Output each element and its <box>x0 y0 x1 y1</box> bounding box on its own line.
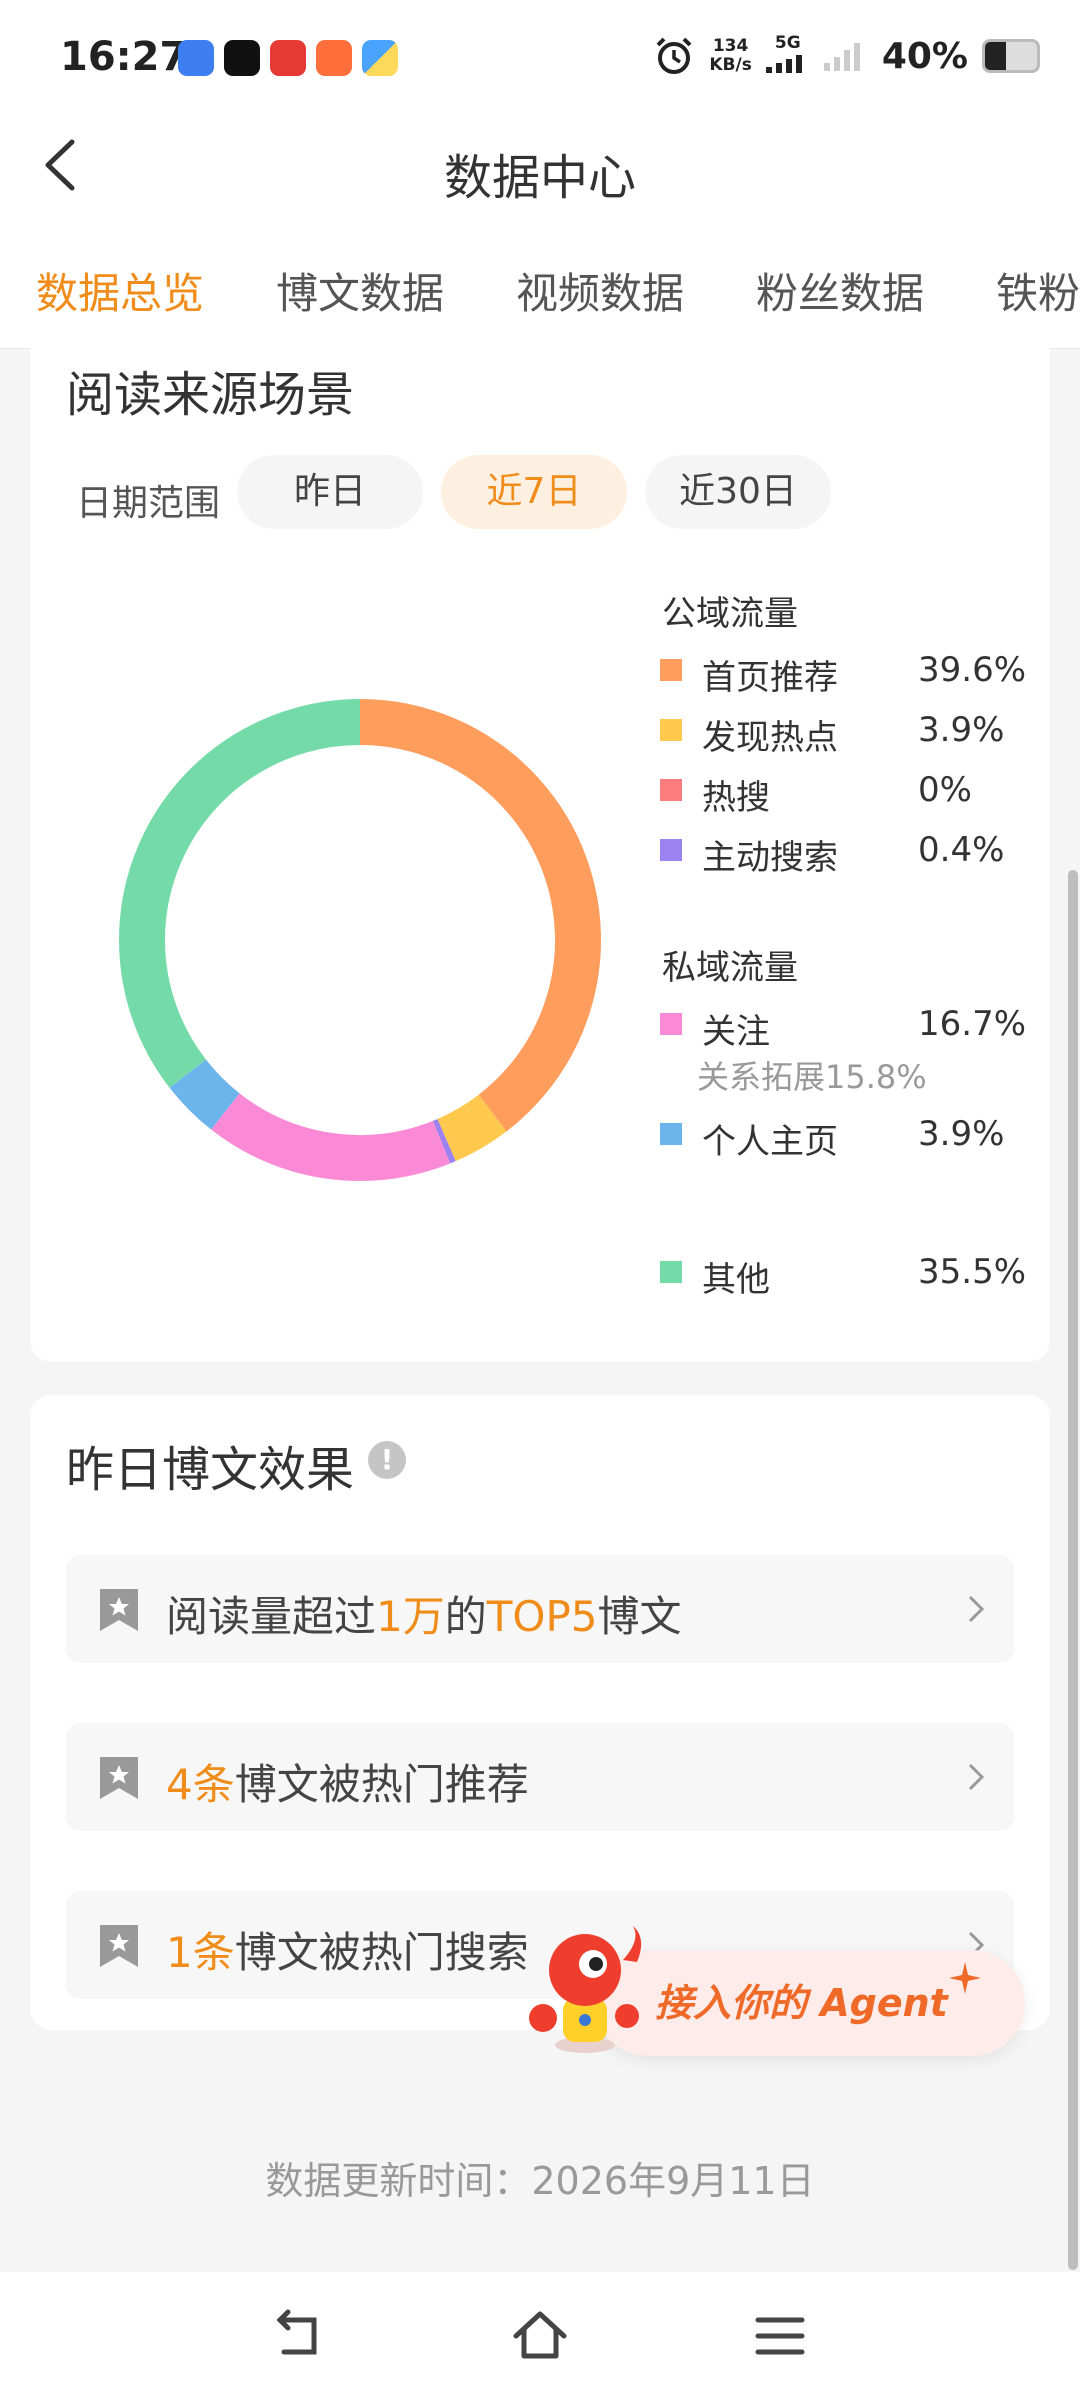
blue-app-icon <box>178 40 214 76</box>
row-text-part: 博文被热门搜索 <box>234 1928 529 1977</box>
net-speed-value: 134 <box>712 36 749 56</box>
row-text: 4条博文被热门推荐 <box>166 1751 529 1812</box>
tab-posts[interactable]: 博文数据 <box>276 260 444 321</box>
legend-swatch <box>660 1123 682 1145</box>
legend-swatch <box>660 1261 682 1283</box>
row-highlight: 1万 <box>376 1592 445 1641</box>
top5-posts-row[interactable]: 阅读量超过1万的TOP5博文 <box>66 1555 1014 1663</box>
read-source-title: 阅读来源场景 <box>66 367 355 423</box>
row-highlight: 4条 <box>166 1760 235 1809</box>
donut-slice-4 <box>211 1093 451 1181</box>
donut-slice-5 <box>169 1059 240 1130</box>
legend-value: 0.4% <box>918 830 1005 870</box>
legend-value: 39.6% <box>918 650 1027 690</box>
row-text-part: 的 <box>444 1592 487 1641</box>
legend-swatch <box>660 779 682 801</box>
donut-slice-0 <box>359 699 601 1132</box>
row-text: 阅读量超过1万的TOP5博文 <box>166 1583 682 1644</box>
status-right: 134 KB/s 5G 40% <box>653 34 1040 78</box>
tab-fans[interactable]: 粉丝数据 <box>756 260 924 321</box>
relation-expand-note: 关系拓展15.8% <box>697 1058 927 1096</box>
legend-swatch <box>660 839 682 861</box>
notification-icons <box>178 40 398 76</box>
net-speed: 134 KB/s <box>709 37 751 75</box>
app-header: 数据中心 <box>0 110 1080 220</box>
legend-value: 3.9% <box>918 710 1005 750</box>
legend-swatch <box>660 719 682 741</box>
legend-name: 发现热点 <box>702 718 838 758</box>
legend-value: 16.7% <box>918 1004 1027 1044</box>
range-30days[interactable]: 近30日 <box>645 455 831 529</box>
system-nav-bar <box>0 2272 1080 2400</box>
net-speed-unit: KB/s <box>709 55 752 75</box>
private-traffic-label: 私域流量 <box>662 948 798 988</box>
tiktok-icon <box>224 40 260 76</box>
battery-icon <box>982 39 1040 73</box>
tab-overview[interactable]: 数据总览 <box>36 260 204 321</box>
row-text-part: 阅读量超过 <box>166 1592 377 1641</box>
bookmark-star-icon <box>100 1757 138 1799</box>
donut-slice-6 <box>119 699 361 1088</box>
legend-value: 3.9% <box>918 1114 1005 1154</box>
row-highlight: TOP5 <box>486 1592 598 1641</box>
red-app-icon <box>270 40 306 76</box>
range-7days[interactable]: 近7日 <box>441 455 627 529</box>
legend-name: 其他 <box>702 1260 770 1300</box>
bookmark-star-icon <box>100 1925 138 1967</box>
row-text-part: 博文 <box>597 1592 682 1641</box>
blue-yellow-app-icon <box>362 40 398 76</box>
legend-value: 0% <box>918 770 972 810</box>
agent-banner[interactable]: 接入你的 Agent <box>515 1920 1025 2060</box>
tab-iron-fans[interactable]: 铁粉 <box>996 260 1080 321</box>
legend-name: 主动搜索 <box>702 838 838 878</box>
page-title: 数据中心 <box>443 150 636 206</box>
public-traffic-label: 公域流量 <box>662 594 798 634</box>
chevron-right-icon <box>968 1763 985 1791</box>
donut-slice-1 <box>436 1094 507 1162</box>
network-type: 5G <box>774 33 801 53</box>
chevron-right-icon <box>968 1595 985 1623</box>
battery-percent: 40% <box>881 35 968 77</box>
agent-label: 接入你的 Agent <box>655 1981 948 2025</box>
orange-app-icon <box>316 40 352 76</box>
legend-name: 关注 <box>702 1012 770 1052</box>
status-bar: 16:27 134 KB/s 5G 40% <box>0 0 1080 110</box>
row-text: 1条博文被热门搜索 <box>166 1919 529 1980</box>
row-highlight: 1条 <box>166 1928 235 1977</box>
read-source-donut-chart <box>119 699 601 1181</box>
legend-name: 首页推荐 <box>702 658 838 698</box>
status-time: 16:27 <box>60 34 188 80</box>
tab-videos[interactable]: 视频数据 <box>516 260 684 321</box>
alarm-icon <box>656 37 692 74</box>
back-nav-icon[interactable] <box>270 2306 330 2366</box>
network-indicator: 5G <box>765 33 810 78</box>
range-yesterday[interactable]: 昨日 <box>237 455 423 529</box>
menu-nav-icon[interactable] <box>750 2306 810 2366</box>
legend-name: 个人主页 <box>702 1122 838 1162</box>
signal-icon <box>765 55 802 73</box>
legend-swatch <box>660 659 682 681</box>
signal-icon-2 <box>823 43 860 71</box>
legend-value: 35.5% <box>918 1252 1027 1292</box>
legend-swatch <box>660 1013 682 1035</box>
scrollbar[interactable] <box>1068 870 1078 2270</box>
legend-name: 热搜 <box>702 778 770 818</box>
row-text-part: 博文被热门推荐 <box>234 1760 529 1809</box>
yesterday-posts-title: 昨日博文效果 <box>66 1442 355 1498</box>
mascot-icon <box>529 1926 642 2053</box>
donut-slice-3 <box>432 1118 456 1164</box>
bookmark-star-icon <box>100 1589 138 1631</box>
home-nav-icon[interactable] <box>510 2306 570 2366</box>
sparkle-icon <box>949 1962 981 1994</box>
hot-recommend-row[interactable]: 4条博文被热门推荐 <box>66 1723 1014 1831</box>
info-icon[interactable]: ! <box>368 1441 406 1479</box>
update-time: 数据更新时间：2026年9月11日 <box>265 2159 815 2203</box>
date-range-label: 日期范围 <box>76 483 221 524</box>
